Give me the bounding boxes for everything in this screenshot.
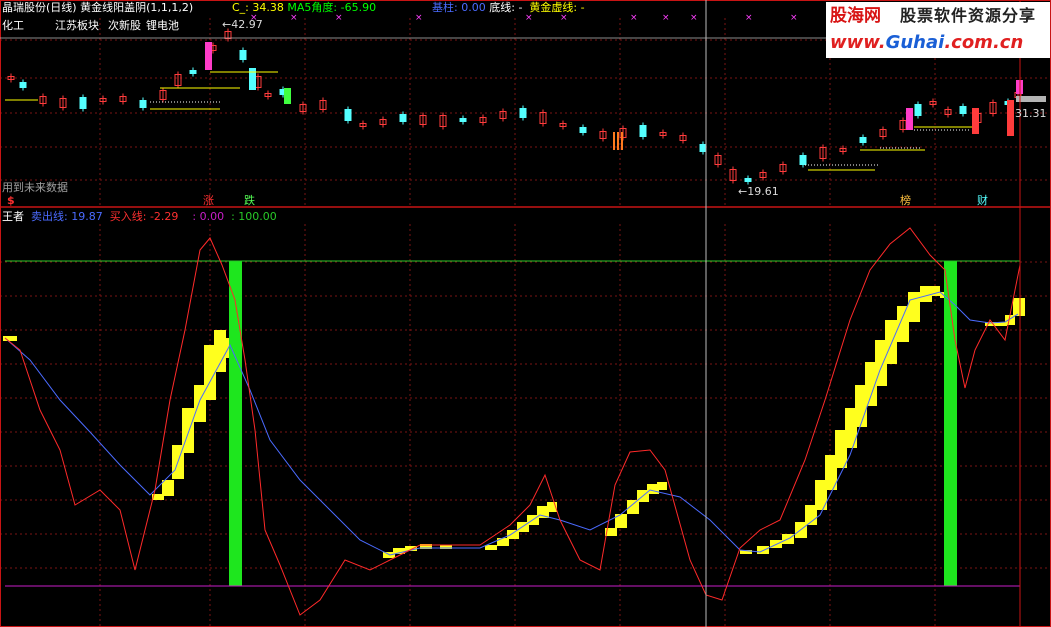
zhang-marker: 涨 [203,194,214,207]
top-marker-icon: × [290,13,298,23]
orange-candle [621,132,623,150]
chart-canvas[interactable]: ×××××××××××× [0,0,1051,627]
sell-label: 卖出线: [31,210,68,223]
indicator-name[interactable]: 黄金线阳盖阴 [80,1,146,14]
level-high-value: : 100.00 [231,210,277,223]
c-label: C_: [232,1,249,14]
candle-body [239,50,247,60]
king-indicator-bars [3,261,1025,586]
buy-label: 买入线: [109,210,147,223]
ma5-label: MA5角度: [287,1,338,14]
last-price-label: 31.31 [1015,107,1047,120]
king-indicator-lines [4,227,1021,616]
green-signal-bar [229,261,242,586]
yellow-signal-bar [627,500,639,514]
candle-body [19,82,27,88]
support-lines [5,71,972,171]
candle-body [799,155,807,165]
yellow-signal-bar [908,292,920,322]
orange-candle [613,132,615,150]
c-value: 34.38 [252,1,284,14]
top-marker-icon: × [662,13,670,23]
dixian-label: 底线: [489,1,515,14]
bang-marker: 榜 [900,194,911,207]
candle-body [744,178,752,182]
red-candle [972,108,979,134]
price-high-label: ←42.97 [222,18,263,31]
sector-tag-subnew[interactable]: 次新股 [108,19,141,32]
panel-frame [0,0,1051,627]
candle-body [519,108,527,118]
buy-value: -2.29 [149,210,179,223]
watermark-url: www.Guhai.com.cn [830,32,1024,53]
jizhu-readout: 基柱: 0.00 底线: - 黄金虚线: - [432,1,585,14]
huangjin-value: - [580,1,585,14]
candle-body [189,70,197,74]
top-marker-icon: × [415,13,423,23]
indicator-params: (1,1,1,2) [146,1,194,14]
top-marker-icon: × [690,13,698,23]
sector-tag-jiangsu[interactable]: 江苏板块 [55,19,99,32]
jizhu-label: 基柱: [432,1,458,14]
level-low-value: : 0.00 [192,210,225,223]
yellow-signal-bar [885,320,897,364]
future-data-note: 用到未来数据 [2,181,68,194]
stock-title[interactable]: 晶瑞股份(日线) [2,1,77,14]
candle-body [79,97,87,109]
top-marker-icon: × [335,13,343,23]
top-marker-icon: × [790,13,798,23]
top-marker-icon: × [745,13,753,23]
candle-body [859,137,867,143]
candle-body [399,114,407,122]
ma5-value: -65.90 [340,1,377,14]
main-header: 晶瑞股份(日线) 黄金线阳盖阴(1,1,1,2) [2,1,193,14]
candle-body [579,127,587,133]
dixian-value: - [518,1,523,14]
magenta-candle [906,108,913,130]
top-marker-icon: × [560,13,568,23]
price-high-value: 42.97 [231,18,263,31]
top-marker-icon: × [630,13,638,23]
orange-candle [617,132,619,150]
sub-title[interactable]: 王者 [2,210,24,223]
candle-body [914,104,922,116]
watermark-slogan: 股票软件资源分享 [900,6,1037,25]
yellow-signal-bar [497,538,509,546]
watermark-logo: 股海网 [830,6,881,26]
candle-body [959,106,967,114]
buy-line [4,227,1021,616]
sector-tag-lithium[interactable]: 锂电池 [146,19,179,32]
candle-body [344,109,352,121]
green-candle [284,88,291,104]
price-low-value: 19.61 [747,185,779,198]
yellow-signal-bar [757,546,769,554]
yellow-signal-bar [162,480,174,496]
candle-body [699,144,707,152]
cyan-candle [249,68,256,90]
jizhu-value: 0.00 [461,1,486,14]
candle-body [639,125,647,137]
huangjin-label: 黄金虚线: [529,1,578,14]
candle-body [459,118,467,122]
magenta-candle [205,42,212,70]
top-marker-icon: × [525,13,533,23]
sub-header: 王者 卖出线: 19.87 买入线: -2.29 : 0.00 : 100.00 [2,210,277,223]
yellow-signal-bar [485,545,497,550]
dollar-marker: $ [7,194,15,207]
panel-border [0,0,1051,627]
yellow-signal-bar [897,306,909,342]
sector-tag-chemical[interactable]: 化工 [2,19,24,32]
c-readout: C_: 34.38 MA5角度: -65.90 [232,1,376,14]
price-low-label: ←19.61 [738,185,779,198]
red-candle [1007,100,1014,136]
cai-marker: 财 [977,194,988,207]
sell-value: 19.87 [71,210,103,223]
yellow-signal-bar [1013,298,1025,316]
candle-body [139,100,147,108]
yellow-signal-bar [657,482,667,490]
die-marker: 跌 [244,194,255,207]
watermark-banner: 股海网 股票软件资源分享 www.Guhai.com.cn [826,2,1050,58]
